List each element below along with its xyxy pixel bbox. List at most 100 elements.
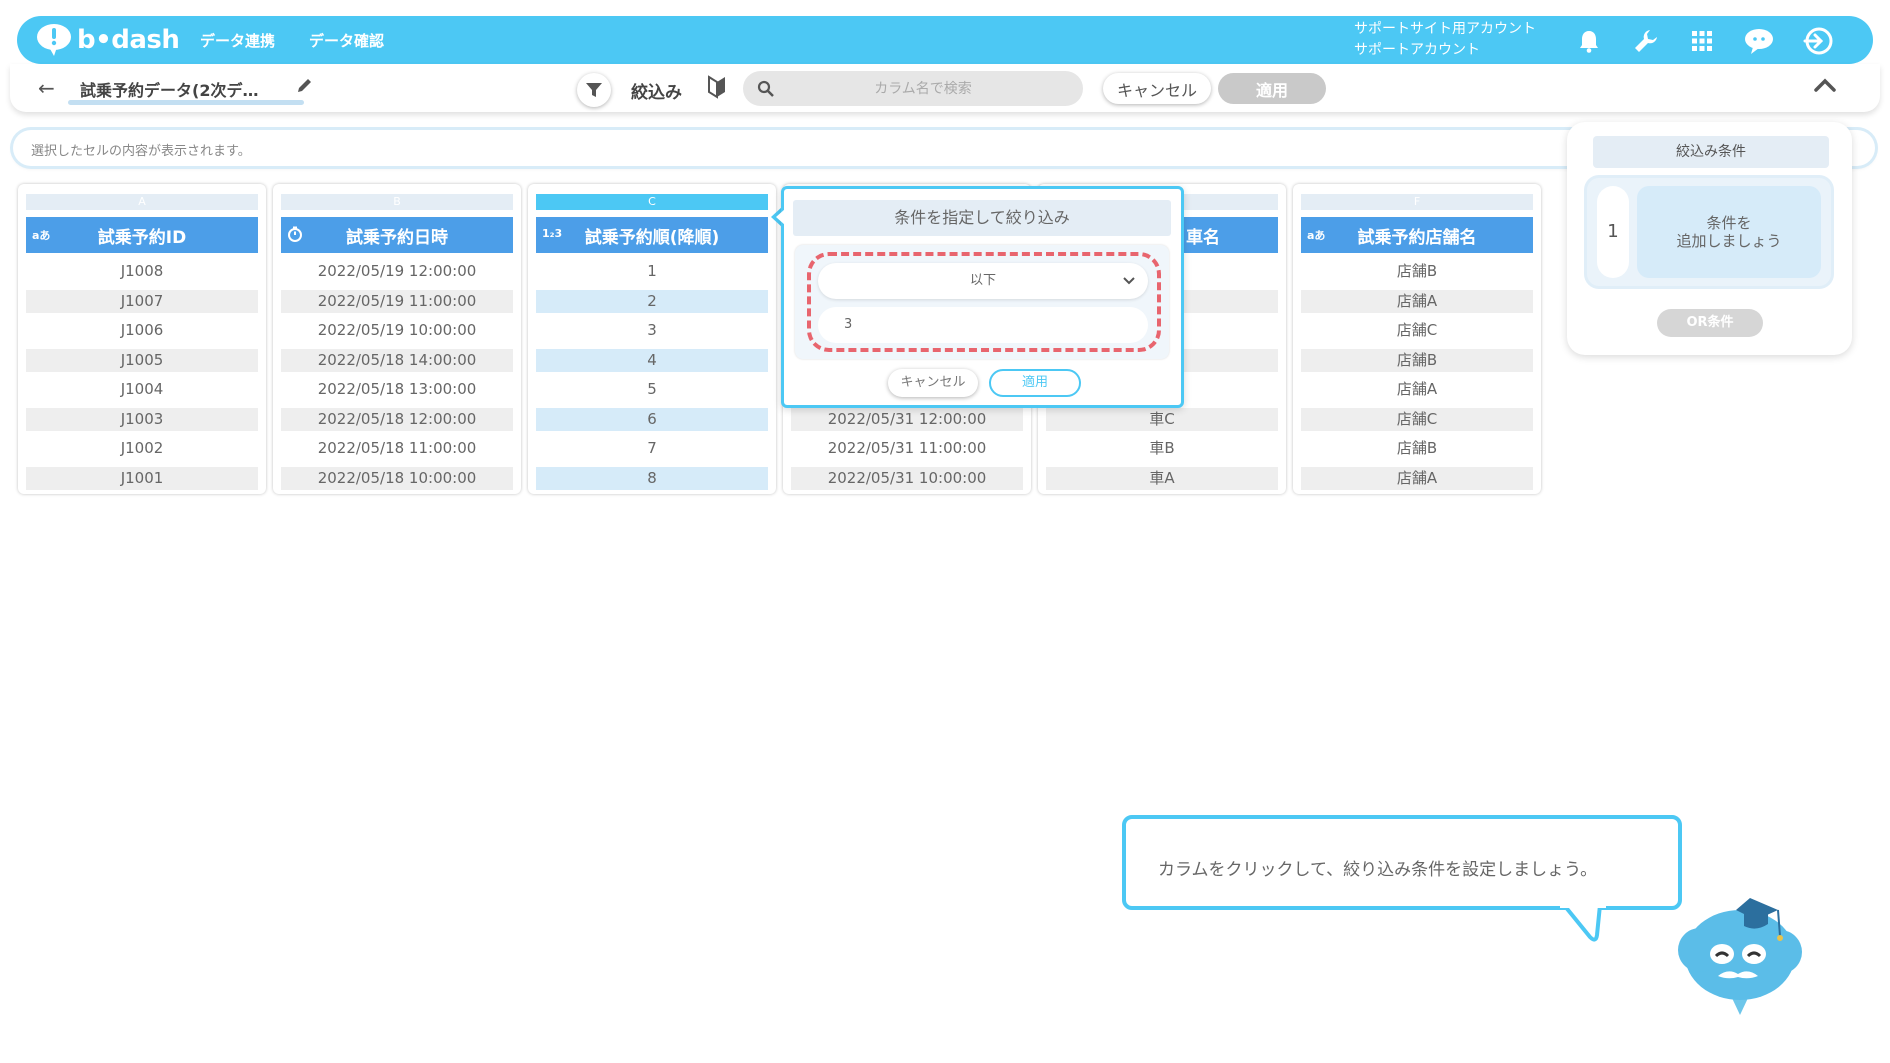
- help-speech-bubble: カラムをクリックして、絞り込み条件を設定しましょう。: [1122, 815, 1682, 910]
- nav-data-check[interactable]: データ確認: [309, 30, 384, 51]
- table-cell[interactable]: J1001: [26, 466, 258, 490]
- popup-cancel-button[interactable]: キャンセル: [888, 369, 978, 397]
- column-header[interactable]: aあ 試乗予約店舗名: [1301, 217, 1533, 253]
- table-cell[interactable]: 車C: [1046, 407, 1278, 431]
- table-cell[interactable]: 店舗A: [1301, 378, 1533, 401]
- add-condition-button[interactable]: 条件を 追加しましょう: [1637, 186, 1821, 278]
- table-cell[interactable]: 1: [536, 260, 768, 283]
- table-cell[interactable]: 店舗C: [1301, 319, 1533, 342]
- table-cell[interactable]: 2022/05/19 12:00:00: [281, 260, 513, 283]
- table-cell[interactable]: J1006: [26, 319, 258, 342]
- wrench-icon[interactable]: [1631, 26, 1661, 56]
- table-cell[interactable]: 7: [536, 437, 768, 460]
- account-line-1: サポートサイト用アカウント: [1354, 21, 1536, 37]
- column-header[interactable]: aあ 試乗予約ID: [26, 217, 258, 253]
- table-cell[interactable]: 車A: [1046, 466, 1278, 490]
- title-underline: [68, 100, 304, 105]
- add-condition-line-2: 追加しましょう: [1676, 232, 1782, 250]
- table-cell[interactable]: 6: [536, 407, 768, 431]
- nav-data-integration[interactable]: データ連携: [200, 30, 275, 51]
- popup-pointer-inner: [776, 209, 785, 225]
- dataset-toolbar: ← 試乗予約データ(2次デ… 絞込み キャンセル 適用: [10, 64, 1880, 112]
- table-cell[interactable]: 2022/05/18 12:00:00: [281, 407, 513, 431]
- table-cell[interactable]: J1005: [26, 348, 258, 372]
- dataset-title[interactable]: 試乗予約データ(2次デ…: [80, 77, 302, 101]
- table-cell[interactable]: 車B: [1046, 437, 1278, 460]
- column-header[interactable]: 試乗予約日時: [281, 217, 513, 253]
- table-cell[interactable]: 2022/05/18 14:00:00: [281, 348, 513, 372]
- chat-icon[interactable]: [1744, 26, 1774, 56]
- column-b[interactable]: B 試乗予約日時 2022/05/19 12:00:00 2022/05/19 …: [273, 184, 521, 494]
- panel-title: 絞込み条件: [1593, 136, 1829, 168]
- pencil-icon[interactable]: [296, 76, 314, 94]
- table-cell[interactable]: 2022/05/31 12:00:00: [791, 407, 1023, 431]
- filter-button[interactable]: [577, 73, 611, 107]
- table-cell[interactable]: 店舗C: [1301, 407, 1533, 431]
- column-letter: C: [536, 194, 768, 210]
- column-f[interactable]: F aあ 試乗予約店舗名 店舗B 店舗A 店舗C 店舗B 店舗A 店舗C 店舗B…: [1293, 184, 1541, 494]
- column-a[interactable]: A aあ 試乗予約ID J1008 J1007 J1006 J1005 J100…: [18, 184, 266, 494]
- number-type-icon: 1₂3: [542, 227, 563, 240]
- filter-condition-popup: 条件を指定して絞り込み 以下 3 キャンセル 適用: [781, 186, 1184, 408]
- table-cell[interactable]: 2022/05/18 10:00:00: [281, 466, 513, 490]
- group-number: 1: [1597, 186, 1629, 278]
- clock-icon: [288, 226, 302, 242]
- grid-icon[interactable]: [1687, 26, 1717, 56]
- column-header[interactable]: 1₂3 試乗予約順(降順): [536, 217, 768, 253]
- table-cell[interactable]: 5: [536, 378, 768, 401]
- table-cell[interactable]: 2022/05/18 11:00:00: [281, 437, 513, 460]
- highlight-dashed-frame: [807, 252, 1161, 352]
- column-name: 試乗予約店舗名: [1357, 227, 1477, 248]
- text-type-icon: aあ: [1307, 229, 1326, 242]
- table-cell[interactable]: J1002: [26, 437, 258, 460]
- table-cell[interactable]: 2022/05/19 10:00:00: [281, 319, 513, 342]
- table-cell[interactable]: 店舗B: [1301, 260, 1533, 283]
- column-letter: B: [281, 194, 513, 210]
- filter-conditions-panel: 絞込み条件 1 条件を 追加しましょう OR条件: [1567, 122, 1852, 355]
- logout-icon[interactable]: [1803, 26, 1833, 56]
- table-cell[interactable]: 店舗A: [1301, 466, 1533, 490]
- logo-mark-icon: [37, 24, 71, 56]
- column-c[interactable]: C 1₂3 試乗予約順(降順) 1 2 3 4 5 6 7 8: [528, 184, 776, 494]
- table-cell[interactable]: J1004: [26, 378, 258, 401]
- table-cell[interactable]: 店舗A: [1301, 289, 1533, 313]
- table-cell[interactable]: 2022/05/19 11:00:00: [281, 289, 513, 313]
- column-name: 車名: [1186, 227, 1220, 248]
- mascot-character-icon: [1678, 898, 1802, 1015]
- table-cell[interactable]: J1008: [26, 260, 258, 283]
- table-cell[interactable]: 2022/05/31 10:00:00: [791, 466, 1023, 490]
- popup-apply-button[interactable]: 適用: [989, 369, 1081, 397]
- top-navigation-bar: b•dash データ連携 データ確認 サポートサイト用アカウント サポートアカウ…: [17, 16, 1873, 64]
- condition-group: 1 条件を 追加しましょう: [1587, 178, 1831, 286]
- table-cell[interactable]: J1003: [26, 407, 258, 431]
- popup-title: 条件を指定して絞り込み: [793, 200, 1171, 236]
- table-cell[interactable]: 3: [536, 319, 768, 342]
- bell-icon[interactable]: [1574, 26, 1604, 56]
- column-letter: F: [1301, 194, 1533, 210]
- table-cell[interactable]: 2022/05/18 13:00:00: [281, 378, 513, 401]
- back-arrow-icon[interactable]: ←: [38, 76, 55, 100]
- toolbar-cancel-button[interactable]: キャンセル: [1103, 73, 1211, 104]
- search-input[interactable]: [783, 77, 1063, 101]
- column-search[interactable]: [743, 71, 1083, 106]
- bdash-logo[interactable]: b•dash: [35, 22, 185, 58]
- toolbar-apply-button[interactable]: 適用: [1218, 73, 1326, 104]
- account-line-2: サポートアカウント: [1354, 42, 1480, 58]
- account-info[interactable]: サポートサイト用アカウント サポートアカウント: [1354, 19, 1536, 61]
- table-cell[interactable]: 店舗B: [1301, 348, 1533, 372]
- table-cell[interactable]: 2022/05/31 11:00:00: [791, 437, 1023, 460]
- column-name: 試乗予約ID: [97, 227, 187, 248]
- beginner-mark-icon[interactable]: [707, 75, 727, 99]
- cell-content-placeholder: 選択したセルの内容が表示されます。: [31, 144, 251, 159]
- table-cell[interactable]: 2: [536, 289, 768, 313]
- chevron-up-icon[interactable]: [1813, 76, 1837, 94]
- or-condition-button[interactable]: OR条件: [1657, 309, 1763, 337]
- table-cell[interactable]: 店舗B: [1301, 437, 1533, 460]
- search-icon: [757, 80, 774, 97]
- column-name: 試乗予約順(降順): [584, 227, 720, 248]
- table-cell[interactable]: 8: [536, 466, 768, 490]
- add-condition-line-1: 条件を: [1706, 214, 1752, 232]
- filter-label: 絞込み: [631, 83, 682, 103]
- table-cell[interactable]: J1007: [26, 289, 258, 313]
- table-cell[interactable]: 4: [536, 348, 768, 372]
